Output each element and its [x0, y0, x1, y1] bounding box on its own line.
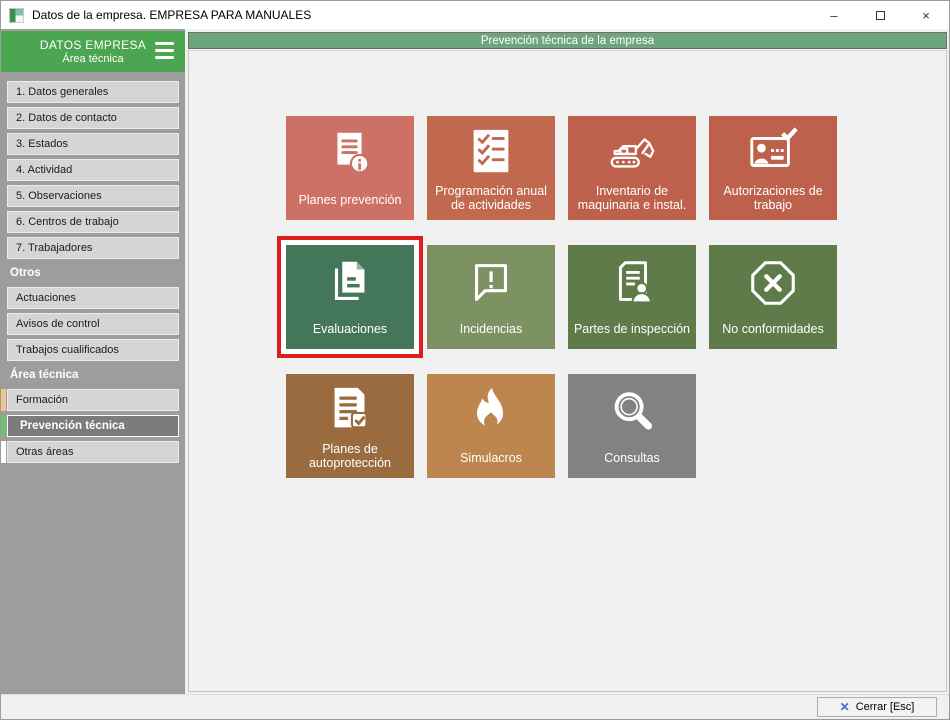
tile-label: Planes de autoprotección [286, 442, 414, 479]
checklist-icon [427, 116, 555, 184]
maximize-button[interactable] [857, 1, 903, 29]
sidebar-item-avisos-de-control[interactable]: Avisos de control [7, 313, 179, 335]
sidebar-items: 1. Datos generales 2. Datos de contacto … [1, 72, 185, 694]
tile-planes-prevencion[interactable]: Planes prevención [286, 116, 414, 220]
main-area: Prevención técnica de la empresa Planes … [185, 29, 949, 694]
tile-inventario-de-maquinaria-e-instal[interactable]: Inventario de maquinaria e instal. [568, 116, 696, 220]
tile-simulacros[interactable]: Simulacros [427, 374, 555, 478]
comment-exclamation-icon [427, 245, 555, 316]
documents-copy-icon [286, 245, 414, 316]
statusbar: ✕ Cerrar [Esc] [1, 694, 949, 719]
app-window: Datos de la empresa. EMPRESA PARA MANUAL… [0, 0, 950, 720]
sidebar-item-prevencion-tecnica[interactable]: Prevención técnica [7, 415, 179, 437]
app-body: DATOS EMPRESA Área técnica 1. Datos gene… [1, 29, 949, 694]
tile-label: Partes de inspección [568, 316, 696, 349]
tile-consultas[interactable]: Consultas [568, 374, 696, 478]
content-panel: Planes prevención Programación anual de … [188, 50, 947, 692]
tile-no-conformidades[interactable]: No conformidades [709, 245, 837, 349]
cerrar-label: Cerrar [Esc] [856, 701, 915, 713]
sidebar-item-4-actividad[interactable]: 4. Actividad [7, 159, 179, 181]
sidebar-item-actuaciones[interactable]: Actuaciones [7, 287, 179, 309]
minimize-button[interactable]: – [811, 1, 857, 29]
magnifier-icon [568, 374, 696, 445]
excavator-icon [568, 116, 696, 184]
tile-label: Planes prevención [286, 187, 414, 220]
titlebar: Datos de la empresa. EMPRESA PARA MANUAL… [1, 1, 949, 29]
tile-label: Simulacros [427, 445, 555, 478]
sidebar-item-otras-areas[interactable]: Otras áreas [7, 441, 179, 463]
window-controls: – × [811, 1, 949, 29]
tiles-grid: Planes prevención Programación anual de … [286, 116, 837, 478]
tile-label: Incidencias [427, 316, 555, 349]
document-check-icon [286, 374, 414, 442]
octagon-x-icon [709, 245, 837, 316]
sidebar: DATOS EMPRESA Área técnica 1. Datos gene… [1, 29, 185, 694]
item-color-stripe [1, 389, 6, 411]
sidebar-item-formacion[interactable]: Formación [7, 389, 179, 411]
sidebar-item-6-centros-de-trabajo[interactable]: 6. Centros de trabajo [7, 211, 179, 233]
document-info-icon [286, 116, 414, 187]
tile-label: No conformidades [709, 316, 837, 349]
sidebar-title: DATOS EMPRESA [40, 38, 146, 52]
sidebar-item-1-datos-generales[interactable]: 1. Datos generales [7, 81, 179, 103]
sidebar-section-header: Otros [7, 263, 179, 283]
sidebar-item-7-trabajadores[interactable]: 7. Trabajadores [7, 237, 179, 259]
sidebar-section-header: Área técnica [7, 365, 179, 385]
item-color-stripe [1, 415, 6, 437]
tile-label: Programación anual de actividades [427, 184, 555, 221]
hamburger-icon[interactable] [155, 42, 174, 59]
tile-autorizaciones-de-trabajo[interactable]: Autorizaciones de trabajo [709, 116, 837, 220]
blue-x-icon: ✕ [840, 701, 850, 713]
item-color-stripe [1, 441, 6, 463]
sidebar-subtitle: Área técnica [62, 53, 123, 65]
section-header: Prevención técnica de la empresa [188, 32, 947, 49]
cerrar-button[interactable]: ✕ Cerrar [Esc] [817, 697, 937, 717]
tile-incidencias[interactable]: Incidencias [427, 245, 555, 349]
tile-partes-de-inspeccion[interactable]: Partes de inspección [568, 245, 696, 349]
tile-programacion-anual-de-actividades[interactable]: Programación anual de actividades [427, 116, 555, 220]
tile-label: Autorizaciones de trabajo [709, 184, 837, 221]
tile-label: Consultas [568, 445, 696, 478]
sidebar-item-3-estados[interactable]: 3. Estados [7, 133, 179, 155]
window-title: Datos de la empresa. EMPRESA PARA MANUAL… [32, 8, 311, 22]
flame-icon [427, 374, 555, 445]
sidebar-item-trabajos-cualificados[interactable]: Trabajos cualificados [7, 339, 179, 361]
tile-label: Evaluaciones [286, 316, 414, 349]
sidebar-header[interactable]: DATOS EMPRESA Área técnica [1, 31, 185, 72]
tile-label: Inventario de maquinaria e instal. [568, 184, 696, 221]
sidebar-item-5-observaciones[interactable]: 5. Observaciones [7, 185, 179, 207]
document-person-icon [568, 245, 696, 316]
tile-planes-de-autoproteccion[interactable]: Planes de autoprotección [286, 374, 414, 478]
tile-evaluaciones[interactable]: Evaluaciones [286, 245, 414, 349]
close-button[interactable]: × [903, 1, 949, 29]
sidebar-item-2-datos-de-contacto[interactable]: 2. Datos de contacto [7, 107, 179, 129]
app-icon [9, 8, 24, 23]
id-badge-check-icon [709, 116, 837, 184]
